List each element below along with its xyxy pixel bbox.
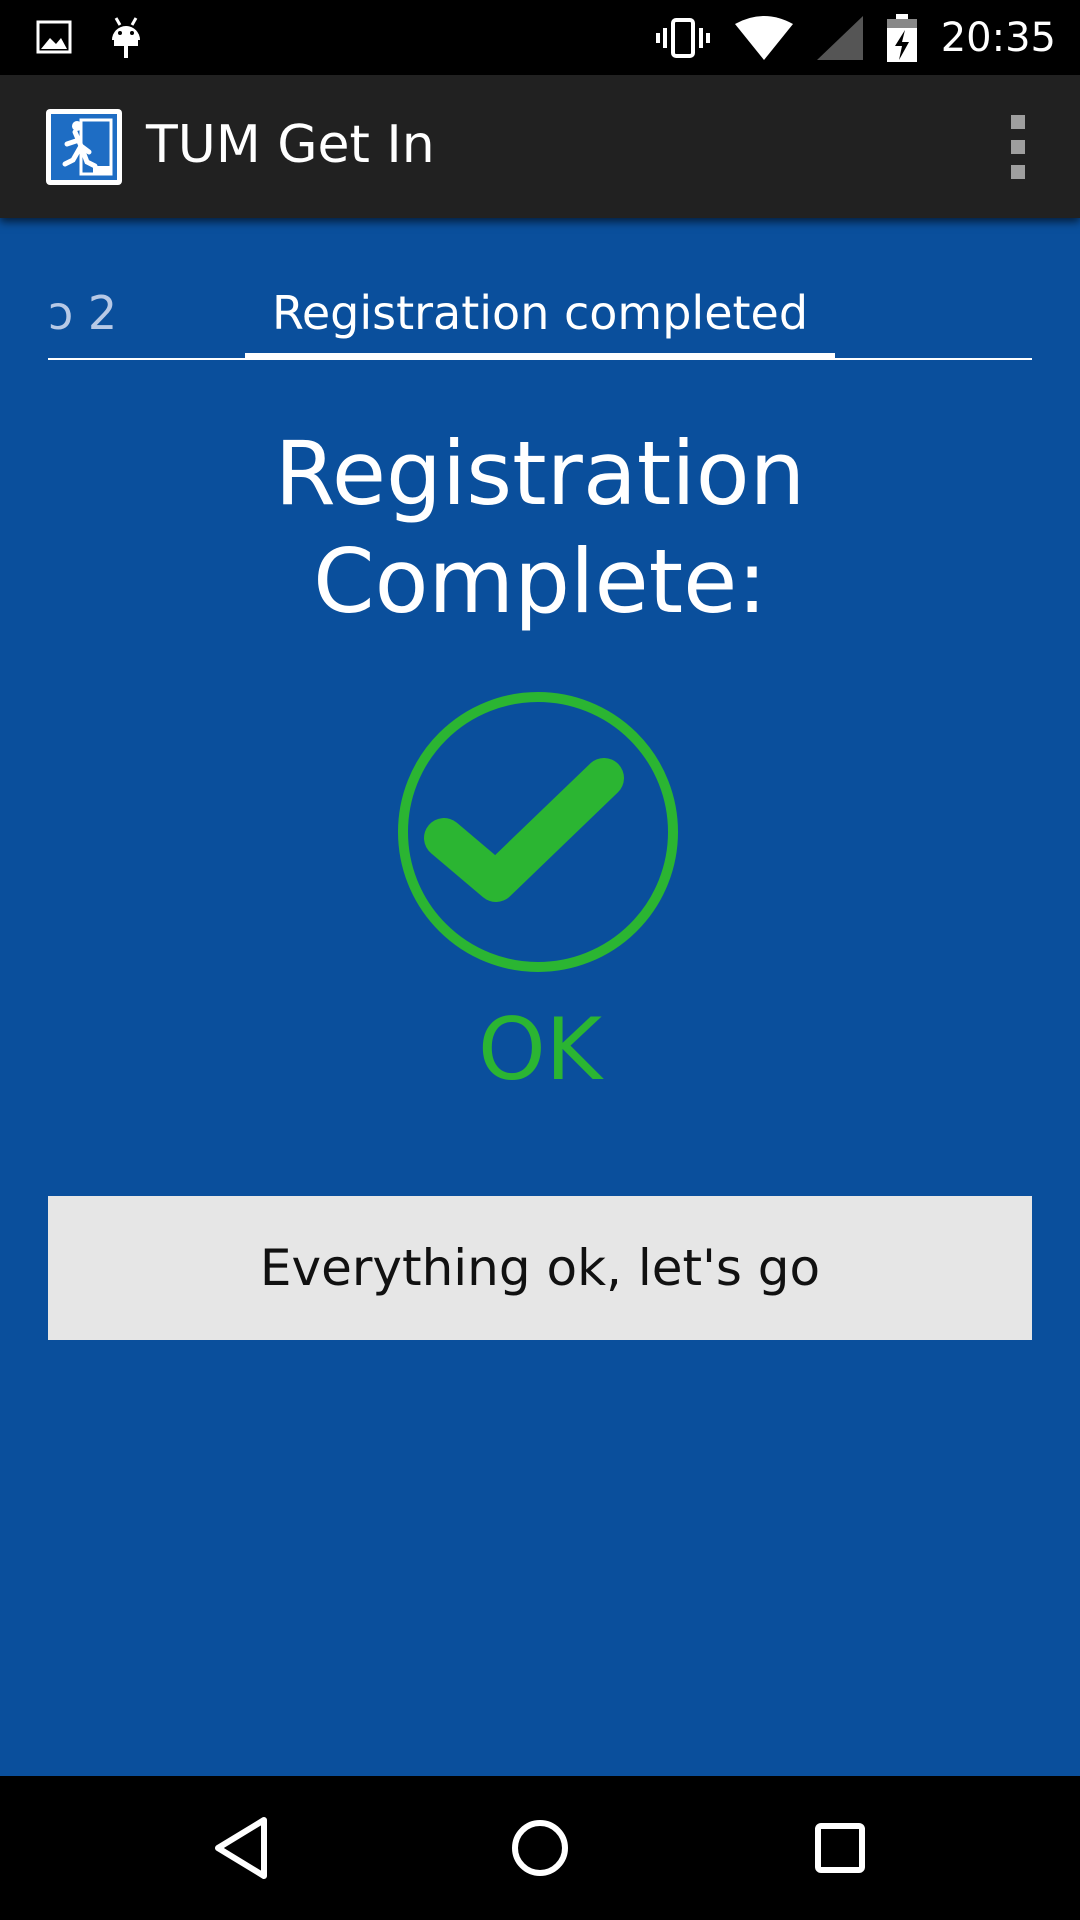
action-bar: TUM Get In bbox=[0, 75, 1080, 218]
android-icon bbox=[112, 17, 140, 58]
checkmark-circle-icon bbox=[396, 690, 686, 980]
tab-previous[interactable]: ɔ 2 bbox=[48, 286, 117, 340]
continue-button[interactable]: Everything ok, let's go bbox=[48, 1196, 1032, 1340]
recents-icon[interactable] bbox=[804, 1812, 876, 1884]
overflow-menu-icon[interactable] bbox=[1000, 115, 1036, 179]
app-title: TUM Get In bbox=[146, 115, 435, 175]
emergency-exit-icon bbox=[46, 109, 122, 185]
status-time: 20:35 bbox=[940, 14, 1056, 61]
image-icon bbox=[36, 20, 72, 54]
tab-current[interactable]: Registration completed bbox=[245, 286, 835, 340]
tab-indicator bbox=[245, 353, 835, 360]
navigation-bar bbox=[0, 1776, 1080, 1920]
vibrate-icon bbox=[655, 17, 710, 58]
back-icon[interactable] bbox=[206, 1812, 278, 1884]
tab-strip: ɔ 2 Registration completed bbox=[48, 280, 1032, 360]
status-bar: 20:35 bbox=[0, 0, 1080, 75]
home-icon[interactable] bbox=[504, 1812, 576, 1884]
page-title: Registration Complete: bbox=[0, 420, 1080, 636]
page-title-line2: Complete: bbox=[313, 530, 767, 633]
wifi-icon bbox=[734, 15, 793, 60]
cell-signal-icon bbox=[816, 15, 863, 60]
status-text: OK bbox=[477, 1000, 603, 1100]
battery-charging-icon bbox=[886, 13, 917, 62]
page-title-line1: Registration bbox=[274, 422, 806, 525]
